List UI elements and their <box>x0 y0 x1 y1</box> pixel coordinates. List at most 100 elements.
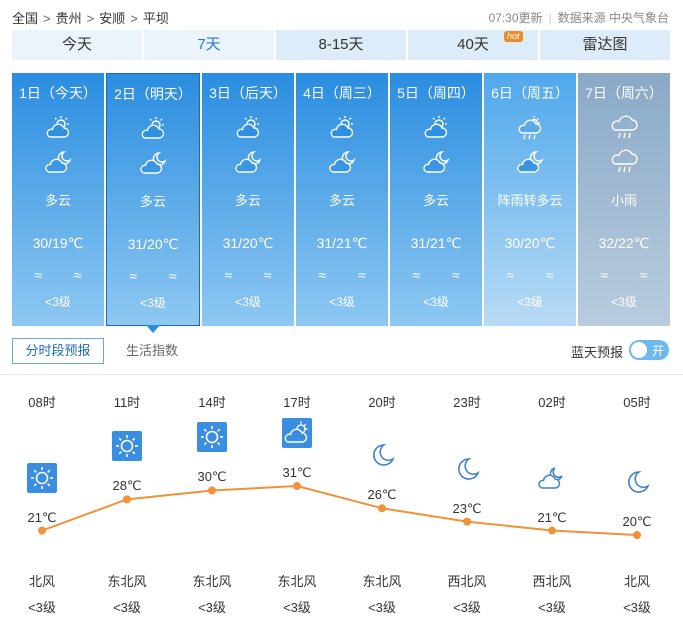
tab-7-days[interactable]: 7天 <box>144 30 274 60</box>
tab-label: 今天 <box>61 36 92 53</box>
top-bar: 全国 > 贵州 > 安顺 > 平坝 07:30更新 | 数据来源 中央气象台 <box>0 0 683 30</box>
day-wind-level: <3级 <box>329 295 355 309</box>
partly-cloudy-icon <box>327 115 357 141</box>
day-temperature: 31/21℃ <box>410 235 462 251</box>
partly-cloudy-icon <box>138 116 168 142</box>
hourly-item: 23时 23℃ 西北风 <3级 <box>432 375 502 642</box>
hour-wind-direction: 东北风 <box>362 574 402 589</box>
day-weather-desc: 多云 <box>234 193 261 208</box>
day-date: 7日（周六） <box>585 85 663 101</box>
hour-wind-level: <3级 <box>28 600 56 615</box>
tab-label: 雷达图 <box>582 36 628 53</box>
rain-icon <box>609 149 639 175</box>
hourly-item: 08时 21℃ 北风 <3级 <box>7 375 77 642</box>
hour-wind-level: <3级 <box>283 600 311 615</box>
hour-wind-direction: 东北风 <box>192 574 232 589</box>
day-card[interactable]: 6日（周五） 阵雨转多云 30/20℃ ≈ ≈ <3级 <box>484 73 576 326</box>
day-card[interactable]: 4日（周三） 多云 31/21℃ ≈ ≈ <3级 <box>296 73 388 326</box>
blue-sky-label: 蓝天预报 <box>570 345 623 360</box>
day-date: 3日（后天） <box>209 85 287 101</box>
hour-temperature: 23℃ <box>452 500 482 516</box>
toggle-text: 开 <box>651 344 664 358</box>
hour-time: 17时 <box>283 395 311 410</box>
wind-icon: ≈ ≈ <box>129 268 191 284</box>
hour-temperature: 20℃ <box>622 514 652 529</box>
day-weather-desc: 多云 <box>44 193 71 208</box>
tab-label: 7天 <box>197 36 221 53</box>
day-date: 2日（明天） <box>114 86 192 102</box>
cloudy-night-icon <box>233 149 263 175</box>
breadcrumb-district: 平坝 <box>142 11 169 26</box>
hour-temperature: 31℃ <box>282 465 312 480</box>
breadcrumb-province[interactable]: 贵州 <box>56 11 82 26</box>
hourly-item: 11时 28℃ 东北风 <3级 <box>92 375 162 642</box>
breadcrumb: 全国 > 贵州 > 安顺 > 平坝 <box>12 8 169 27</box>
day-wind-level: <3级 <box>45 295 71 309</box>
hour-time: 02时 <box>538 395 566 410</box>
partly-cloudy-icon <box>282 418 312 448</box>
hour-wind-direction: 东北风 <box>277 574 317 589</box>
hour-wind-direction: 东北风 <box>107 574 147 589</box>
hour-wind-direction: 西北风 <box>447 574 487 589</box>
moon-icon <box>622 467 652 497</box>
day-card[interactable]: 3日（后天） 多云 31/20℃ ≈ ≈ <3级 <box>202 73 294 326</box>
day-weather-desc: 多云 <box>328 193 355 208</box>
cloudy-night-icon <box>43 149 73 175</box>
cloudy-night-icon <box>515 149 545 175</box>
day-card[interactable]: 5日（周四） 多云 31/21℃ ≈ ≈ <3级 <box>390 73 482 326</box>
day-weather-desc: 阵雨转多云 <box>497 193 563 208</box>
forecast-tabs: 今天 7天 8-15天 40天 hot 雷达图 <box>12 30 670 60</box>
partly-cloudy-icon <box>43 115 73 141</box>
cloudy-night-icon <box>327 149 357 175</box>
sun-icon <box>27 462 57 493</box>
tab-life-index[interactable]: 生活指数 <box>126 338 206 364</box>
day-temperature: 30/19℃ <box>32 235 84 251</box>
hour-temperature: 26℃ <box>367 487 397 503</box>
wind-icon: ≈ ≈ <box>600 267 662 283</box>
day-temperature: 31/21℃ <box>316 235 368 251</box>
wind-icon: ≈ ≈ <box>318 267 380 283</box>
hourly-item: 20时 26℃ 东北风 <3级 <box>347 375 417 642</box>
selected-day-caret <box>146 325 160 333</box>
hour-wind-direction: 北风 <box>28 574 55 589</box>
cloudy-night-icon <box>138 150 168 176</box>
hour-wind-level: <3级 <box>623 600 651 615</box>
hour-wind-level: <3级 <box>113 600 141 615</box>
day-card[interactable]: 7日（周六） 小雨 32/22℃ ≈ ≈ <3级 <box>578 73 670 326</box>
breadcrumb-city[interactable]: 安顺 <box>99 11 125 26</box>
breadcrumb-sep: > <box>86 11 95 26</box>
hour-wind-level: <3级 <box>198 600 226 615</box>
hour-time: 23时 <box>453 395 481 410</box>
tab-40-days[interactable]: 40天 hot <box>408 30 538 60</box>
hour-temperature: 21℃ <box>27 509 57 525</box>
day-card[interactable]: 1日（今天） 多云 30/19℃ ≈ ≈ <3级 <box>12 73 104 326</box>
breadcrumb-country[interactable]: 全国 <box>12 11 38 26</box>
hour-time: 08时 <box>28 395 56 410</box>
moon-icon <box>452 454 482 484</box>
day-wind-level: <3级 <box>611 295 637 309</box>
blue-sky-toggle[interactable]: 开 <box>629 340 669 360</box>
tab-8-15-days[interactable]: 8-15天 <box>276 30 406 60</box>
day-date: 4日（周三） <box>303 85 381 101</box>
day-wind-level: <3级 <box>235 295 261 309</box>
hour-temperature: 21℃ <box>537 509 567 525</box>
data-source: 数据来源 中央气象台 <box>557 11 669 25</box>
day-wind-level: <3级 <box>140 296 166 310</box>
day-date: 6日（周五） <box>491 85 569 101</box>
tab-today[interactable]: 今天 <box>12 30 142 60</box>
moon-icon <box>367 440 397 470</box>
hour-wind-direction: 西北风 <box>532 574 572 589</box>
hour-time: 14时 <box>198 395 226 410</box>
hour-time: 05时 <box>623 395 651 410</box>
tab-hourly-forecast[interactable]: 分时段预报 <box>12 338 104 364</box>
day-card[interactable]: 2日（明天） 多云 31/20℃ ≈ ≈ <3级 <box>106 73 200 326</box>
tab-radar[interactable]: 雷达图 <box>540 30 670 60</box>
hourly-item: 02时 21℃ 西北风 <3级 <box>517 375 587 642</box>
cloudy-night-icon <box>537 463 567 493</box>
partly-cloudy-icon <box>421 115 451 141</box>
hour-time: 11时 <box>113 395 141 410</box>
hourly-item: 05时 20℃ 北风 <3级 <box>602 375 672 642</box>
sun-icon <box>112 431 142 462</box>
update-time: 07:30更新 <box>488 11 543 25</box>
hour-temperature: 28℃ <box>112 478 142 494</box>
